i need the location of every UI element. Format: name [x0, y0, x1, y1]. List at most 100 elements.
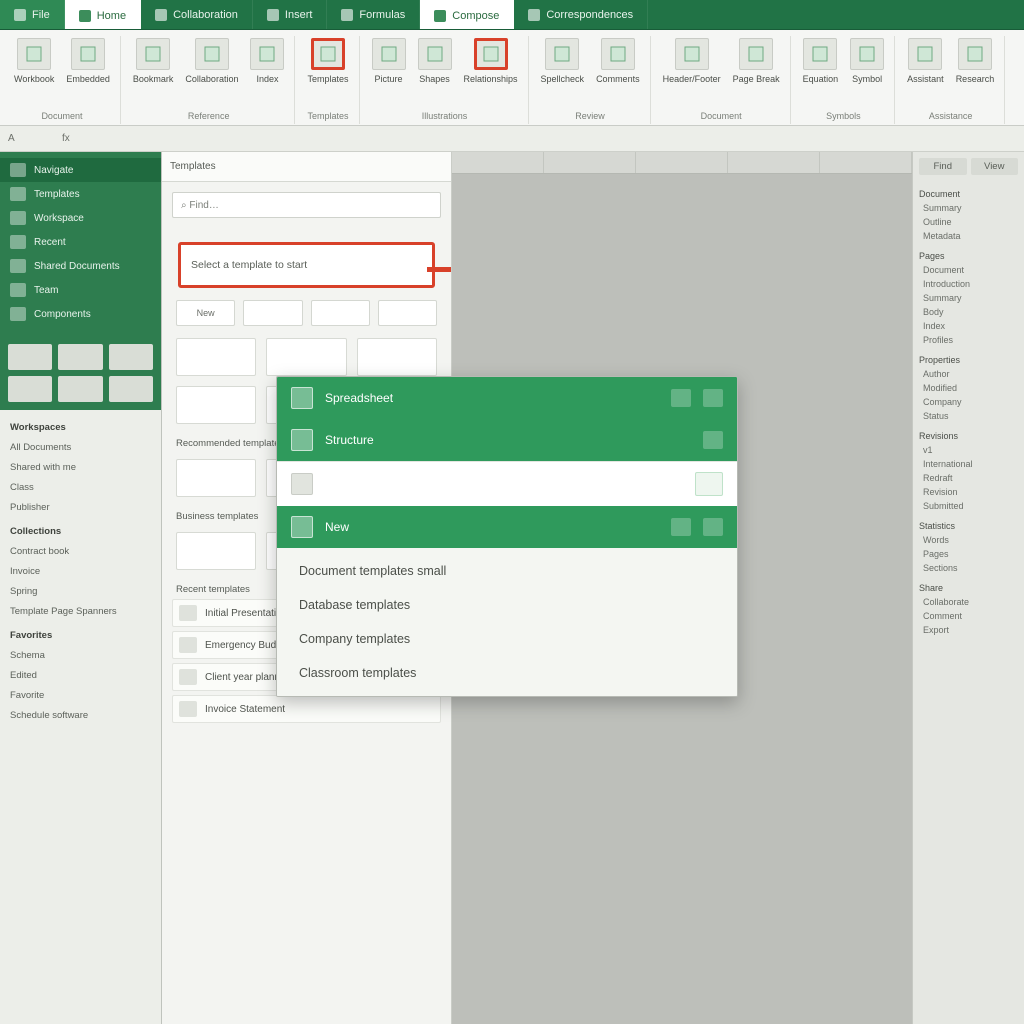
help-button[interactable]: Assistant	[905, 36, 946, 86]
rnav-item[interactable]: Summary	[919, 293, 1018, 303]
rnav-tab-find[interactable]: Find	[919, 158, 967, 175]
gallery-chip[interactable]	[243, 300, 302, 326]
nav-link[interactable]: Shared with me	[10, 462, 151, 473]
nav-link[interactable]: Favorite	[10, 690, 151, 701]
new-document-dropdown[interactable]: Spreadsheet Structure New Document templ…	[276, 376, 738, 697]
rnav-item[interactable]: Revision	[919, 487, 1018, 497]
tab-correspondences[interactable]: Correspondences	[514, 0, 648, 29]
rnav-item[interactable]: Body	[919, 307, 1018, 317]
gallery-tile[interactable]	[176, 386, 256, 424]
picture-button[interactable]: Picture	[370, 36, 408, 86]
dropdown-blank-row[interactable]	[277, 461, 737, 506]
rnav-item[interactable]: Outline	[919, 217, 1018, 227]
gallery-tile[interactable]	[266, 338, 346, 376]
tab-insert[interactable]: Insert	[253, 0, 328, 29]
rnav-item[interactable]: Pages	[919, 549, 1018, 559]
nav-thumb[interactable]	[8, 344, 52, 370]
tab-collaboration[interactable]: Collaboration	[141, 0, 253, 29]
gallery-tile[interactable]	[176, 338, 256, 376]
rnav-item[interactable]: Index	[919, 321, 1018, 331]
nav-link[interactable]: Contract book	[10, 546, 151, 557]
formula-bar-cell[interactable]: A	[8, 133, 48, 144]
tab-strip: File Home CollaborationInsertFormulasCompo…	[0, 0, 1024, 30]
dropdown-item[interactable]: Database templates	[277, 588, 737, 622]
nav-item-team[interactable]: Team	[0, 278, 161, 302]
nav-thumb[interactable]	[58, 344, 102, 370]
dropdown-item[interactable]: Document templates small	[277, 554, 737, 588]
dropdown-subheader[interactable]: Structure	[277, 419, 737, 461]
smartart-button[interactable]: Relationships	[462, 36, 520, 86]
tab-label: Home	[97, 10, 126, 22]
nav-item-recent[interactable]: Recent	[0, 230, 161, 254]
shapes-button[interactable]: Shapes	[416, 36, 454, 86]
nav-item-components[interactable]: Components	[0, 302, 161, 326]
rnav-item[interactable]: Sections	[919, 563, 1018, 573]
nav-link[interactable]: Template Page Spanners	[10, 606, 151, 617]
nav-link[interactable]: All Documents	[10, 442, 151, 453]
nav-link[interactable]: Invoice	[10, 566, 151, 577]
rnav-tab-view[interactable]: View	[971, 158, 1019, 175]
nav-link[interactable]: Schema	[10, 650, 151, 661]
formula-bar-cell[interactable]: fx	[62, 133, 102, 144]
nav-item-shared-documents[interactable]: Shared Documents	[0, 254, 161, 278]
equation-button[interactable]: Equation	[801, 36, 841, 86]
gallery-chip[interactable]: New	[176, 300, 235, 326]
rnav-item[interactable]: Author	[919, 369, 1018, 379]
rnav-item[interactable]: Collaborate	[919, 597, 1018, 607]
rnav-item[interactable]: Status	[919, 411, 1018, 421]
nav-thumb[interactable]	[109, 344, 153, 370]
rnav-item[interactable]: Document	[919, 265, 1018, 275]
rnav-item[interactable]: Redraft	[919, 473, 1018, 483]
nav-link[interactable]: Edited	[10, 670, 151, 681]
dropdown-item[interactable]: Classroom templates	[277, 656, 737, 690]
rnav-item[interactable]: Introduction	[919, 279, 1018, 289]
tab-home[interactable]: Home	[65, 0, 141, 29]
gallery-list-item[interactable]: Invoice Statement	[172, 695, 441, 723]
gallery-tile[interactable]	[176, 459, 256, 497]
nav-link[interactable]: Class	[10, 482, 151, 493]
cross-ref-button[interactable]: Collaboration	[183, 36, 240, 86]
rnav-item[interactable]: Words	[919, 535, 1018, 545]
nav-item-templates[interactable]: Templates	[0, 182, 161, 206]
dropdown-group-header[interactable]: New	[277, 506, 737, 548]
rnav-item[interactable]: Metadata	[919, 231, 1018, 241]
page-num-button[interactable]: Page Break	[731, 36, 782, 86]
rnav-item[interactable]: Company	[919, 397, 1018, 407]
nav-thumb[interactable]	[109, 376, 153, 402]
header-button[interactable]: Header/Footer	[661, 36, 723, 86]
dropdown-header[interactable]: Spreadsheet	[277, 377, 737, 419]
spelling-button[interactable]: Spellcheck	[539, 36, 587, 86]
gallery-chip-row: New	[162, 296, 451, 330]
rnav-item[interactable]: Export	[919, 625, 1018, 635]
index-button[interactable]: Index	[248, 36, 286, 86]
gallery-chip[interactable]	[311, 300, 370, 326]
tab-formulas[interactable]: Formulas	[327, 0, 420, 29]
open-doc-button[interactable]: Embedded	[64, 36, 112, 86]
gallery-tile[interactable]	[357, 338, 437, 376]
nav-link[interactable]: Spring	[10, 586, 151, 597]
nav-link[interactable]: Publisher	[10, 502, 151, 513]
rnav-item[interactable]: v1	[919, 445, 1018, 455]
gallery-callout[interactable]: Select a template to start	[178, 242, 435, 288]
rnav-item[interactable]: Modified	[919, 383, 1018, 393]
bookmark-button[interactable]: Bookmark	[131, 36, 176, 86]
rnav-item[interactable]: Summary	[919, 203, 1018, 213]
gallery-search-input[interactable]: ⌕ Find…	[172, 192, 441, 218]
template-gallery-button[interactable]: Templates	[305, 36, 350, 86]
rnav-item[interactable]: International	[919, 459, 1018, 469]
tab-file[interactable]: File	[0, 0, 65, 29]
comments-button[interactable]: Comments	[594, 36, 642, 86]
tab-compose[interactable]: Compose	[420, 0, 514, 29]
rnav-item[interactable]: Profiles	[919, 335, 1018, 345]
nav-thumb[interactable]	[58, 376, 102, 402]
research-button[interactable]: Research	[954, 36, 997, 86]
symbol-button[interactable]: Symbol	[848, 36, 886, 86]
nav-link[interactable]: Schedule software	[10, 710, 151, 721]
rnav-item[interactable]: Submitted	[919, 501, 1018, 511]
dropdown-item[interactable]: Company templates	[277, 622, 737, 656]
nav-item-workspace[interactable]: Workspace	[0, 206, 161, 230]
rnav-item[interactable]: Comment	[919, 611, 1018, 621]
gallery-tile[interactable]	[176, 532, 256, 570]
nav-thumb[interactable]	[8, 376, 52, 402]
new-doc-button[interactable]: Workbook	[12, 36, 56, 86]
